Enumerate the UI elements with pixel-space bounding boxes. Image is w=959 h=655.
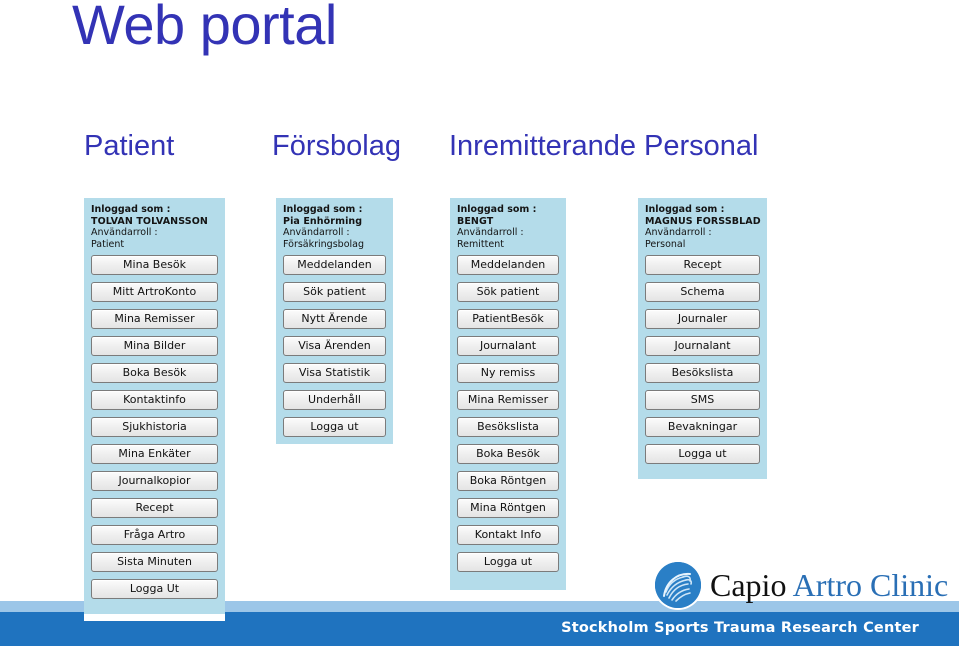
panel-personal-header: Inloggad som : MAGNUS FORSSBLAD Användar…	[645, 204, 761, 250]
button-ny-remiss[interactable]: Ny remiss	[457, 363, 559, 383]
button-mina-bilder[interactable]: Mina Bilder	[91, 336, 218, 356]
panel-remittent-header: Inloggad som : BENGT Användarroll : Remi…	[457, 204, 559, 250]
button-journalant[interactable]: Journalant	[457, 336, 559, 356]
footer-text: Stockholm Sports Trauma Research Center	[561, 620, 919, 636]
capio-artro-clinic-logo: Capio Artro Clinic	[655, 561, 948, 609]
button-journalant[interactable]: Journalant	[645, 336, 760, 356]
button-underhall[interactable]: Underhåll	[283, 390, 386, 410]
role-label: Användarroll :	[645, 227, 712, 238]
role-label: Användarroll :	[283, 227, 350, 238]
logo-wordmark: Capio Artro Clinic	[710, 569, 948, 601]
button-visa-statistik[interactable]: Visa Statistik	[283, 363, 386, 383]
hand-circle-icon	[655, 562, 701, 608]
logged-in-label: Inloggad som :	[91, 204, 171, 215]
button-recept[interactable]: Recept	[645, 255, 760, 275]
footer-bottom-fill	[0, 646, 959, 655]
button-mina-besok[interactable]: Mina Besök	[91, 255, 218, 275]
role-value: Personal	[645, 238, 686, 250]
panel-patient: Inloggad som : TOLVAN TOLVANSSON Använda…	[84, 198, 225, 614]
button-mitt-artrokonto[interactable]: Mitt ArtroKonto	[91, 282, 218, 302]
role-value: Patient	[91, 238, 125, 250]
button-journalkopior[interactable]: Journalkopior	[91, 471, 218, 491]
button-mina-remisser[interactable]: Mina Remisser	[91, 309, 218, 329]
button-boka-rontgen[interactable]: Boka Röntgen	[457, 471, 559, 491]
button-mina-rontgen[interactable]: Mina Röntgen	[457, 498, 559, 518]
button-logga-ut[interactable]: Logga ut	[645, 444, 760, 464]
role-value: Remittent	[457, 238, 504, 250]
button-sista-minuten[interactable]: Sista Minuten	[91, 552, 218, 572]
page-title: Web portal	[72, 0, 337, 56]
button-journaler[interactable]: Journaler	[645, 309, 760, 329]
logged-in-label: Inloggad som :	[645, 204, 725, 215]
logo-word-capio: Capio	[710, 567, 787, 603]
logged-in-label: Inloggad som :	[457, 204, 537, 215]
button-fraga-artro[interactable]: Fråga Artro	[91, 525, 218, 545]
panel-patient-footer-extension	[84, 601, 225, 614]
button-besokslista[interactable]: Besökslista	[457, 417, 559, 437]
button-logga-ut[interactable]: Logga ut	[283, 417, 386, 437]
panel-patient-header: Inloggad som : TOLVAN TOLVANSSON Använda…	[91, 204, 218, 250]
button-sms[interactable]: SMS	[645, 390, 760, 410]
logged-in-label: Inloggad som :	[283, 204, 363, 215]
button-visa-arenden[interactable]: Visa Ärenden	[283, 336, 386, 356]
button-boka-besok[interactable]: Boka Besök	[91, 363, 218, 383]
button-sjukhistoria[interactable]: Sjukhistoria	[91, 417, 218, 437]
role-label: Användarroll :	[91, 227, 158, 238]
button-meddelanden[interactable]: Meddelanden	[283, 255, 386, 275]
role-value: Försäkringsbolag	[283, 238, 364, 250]
panel-personal: Inloggad som : MAGNUS FORSSBLAD Användar…	[638, 198, 767, 479]
button-sok-patient[interactable]: Sök patient	[457, 282, 559, 302]
button-logga-ut[interactable]: Logga ut	[457, 552, 559, 572]
button-meddelanden[interactable]: Meddelanden	[457, 255, 559, 275]
role-label: Användarroll :	[457, 227, 524, 238]
button-sok-patient[interactable]: Sök patient	[283, 282, 386, 302]
button-bevakningar[interactable]: Bevakningar	[645, 417, 760, 437]
column-heading-forsbolag: Försbolag	[272, 130, 401, 162]
button-recept[interactable]: Recept	[91, 498, 218, 518]
button-logga-ut[interactable]: Logga Ut	[91, 579, 218, 599]
button-patientbesok[interactable]: PatientBesök	[457, 309, 559, 329]
column-heading-patient: Patient	[84, 130, 175, 162]
logged-in-user: MAGNUS FORSSBLAD	[645, 215, 761, 227]
panel-remittent: Inloggad som : BENGT Användarroll : Remi…	[450, 198, 566, 590]
button-mina-remisser[interactable]: Mina Remisser	[457, 390, 559, 410]
slide-canvas: Web portal Patient Försbolag Inremittera…	[0, 0, 959, 655]
button-nytt-arende[interactable]: Nytt Ärende	[283, 309, 386, 329]
button-boka-besok[interactable]: Boka Besök	[457, 444, 559, 464]
logged-in-user: TOLVAN TOLVANSSON	[91, 215, 208, 227]
button-schema[interactable]: Schema	[645, 282, 760, 302]
logo-word-artro-clinic: Artro Clinic	[786, 567, 949, 603]
panel-forsakringsbolag-header: Inloggad som : Pia Enhörming Användarrol…	[283, 204, 386, 250]
logged-in-user: BENGT	[457, 215, 494, 227]
logged-in-user: Pia Enhörming	[283, 215, 363, 227]
panel-forsakringsbolag: Inloggad som : Pia Enhörming Användarrol…	[276, 198, 393, 444]
button-kontakt-info[interactable]: Kontakt Info	[457, 525, 559, 545]
column-heading-inremitterande-personal: Inremitterande Personal	[449, 130, 759, 162]
button-mina-enkater[interactable]: Mina Enkäter	[91, 444, 218, 464]
button-besokslista[interactable]: Besökslista	[645, 363, 760, 383]
button-kontaktinfo[interactable]: Kontaktinfo	[91, 390, 218, 410]
